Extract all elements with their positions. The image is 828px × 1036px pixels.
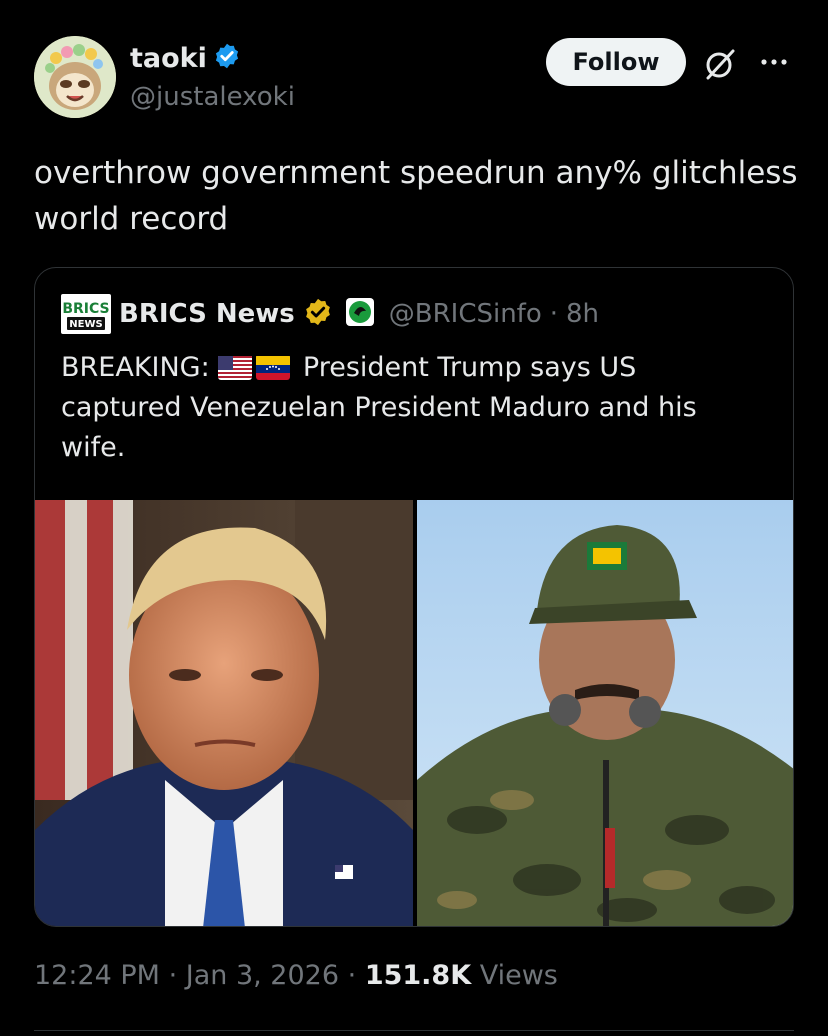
maduro-portrait-image[interactable] — [417, 500, 793, 926]
views-label: Views — [479, 960, 558, 991]
trump-portrait-image[interactable] — [35, 500, 413, 926]
venezuela-flag-icon — [256, 354, 291, 380]
divider — [34, 1030, 794, 1031]
quoted-tweet-header: BRICS NEWS BRICS News @BRICSinfo · 8h — [61, 294, 599, 334]
quoted-time[interactable]: 8h — [566, 299, 599, 329]
us-flag-icon — [218, 354, 253, 380]
views-count: 151.8K — [364, 960, 472, 991]
author-avatar[interactable] — [34, 36, 116, 118]
quoted-separator: · — [549, 299, 559, 329]
quoted-media-grid — [35, 500, 793, 926]
quoted-tweet[interactable]: BRICS NEWS BRICS News @BRICSinfo · 8h BR… — [34, 267, 794, 927]
affiliate-badge-icon — [345, 297, 375, 331]
author-handle[interactable]: @justalexoki — [130, 82, 295, 112]
verified-gold-badge-icon — [303, 297, 333, 331]
tweet-header: taoki @justalexoki Follow — [34, 36, 794, 120]
tweet-time[interactable]: 12:24 PM — [34, 960, 160, 991]
tweet-text: overthrow government speedrun any% glitc… — [34, 155, 798, 237]
quoted-author-handle[interactable]: @BRICSinfo — [389, 299, 542, 329]
tweet-date[interactable]: Jan 3, 2026 — [186, 960, 339, 991]
tweet-meta: 12:24 PM · Jan 3, 2026 · 151.8K Views — [34, 960, 558, 991]
follow-button[interactable]: Follow — [546, 38, 686, 86]
quoted-text-prefix: BREAKING: — [61, 352, 210, 383]
meta-separator-1: · — [168, 960, 178, 991]
quoted-author-name[interactable]: BRICS News — [119, 299, 295, 329]
author-name[interactable]: taoki — [130, 43, 207, 74]
quoted-tweet-text: BREAKING: President Trump says US captur… — [61, 348, 761, 468]
grok-icon[interactable] — [704, 48, 736, 80]
verified-badge-icon — [213, 42, 241, 74]
brics-news-logo[interactable]: BRICS NEWS — [61, 294, 111, 334]
brics-logo-sub: NEWS — [69, 319, 102, 330]
more-icon[interactable] — [756, 44, 792, 80]
meta-separator-2: · — [347, 960, 357, 991]
brics-logo-text: BRICS — [62, 301, 109, 317]
